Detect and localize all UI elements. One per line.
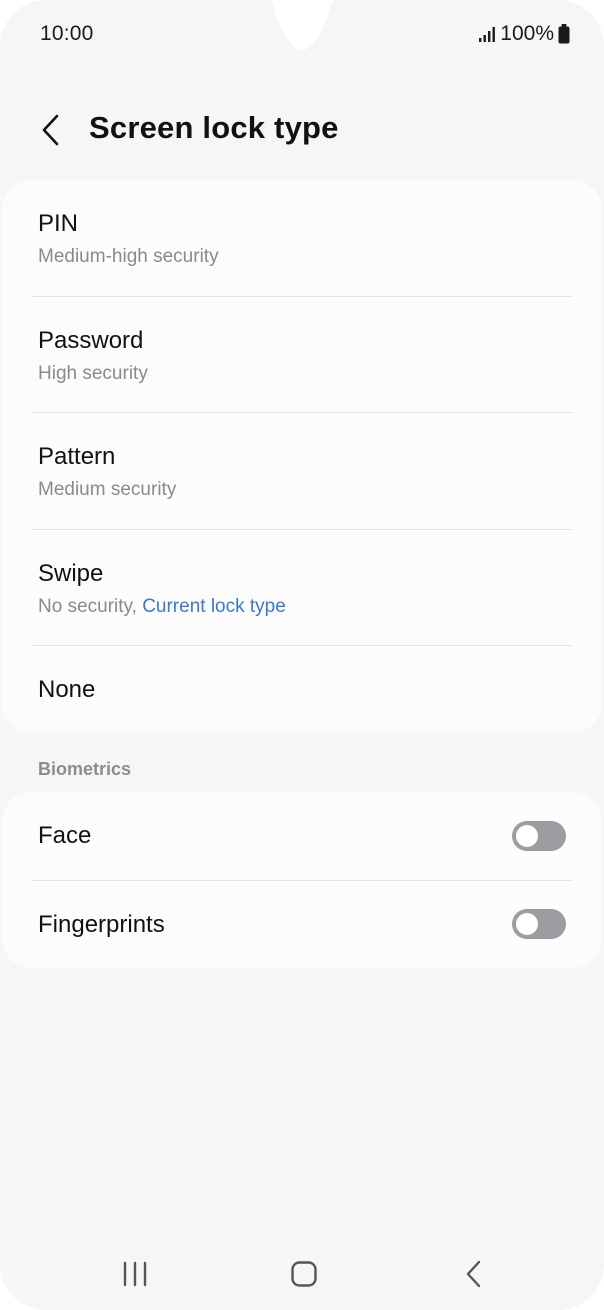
lock-option-subtitle: High security bbox=[38, 363, 148, 384]
lock-option-title: Pattern bbox=[38, 443, 116, 470]
camera-notch bbox=[269, 0, 335, 50]
lock-option-none[interactable]: None bbox=[2, 646, 602, 733]
lock-option-subtitle: Medium-high security bbox=[38, 246, 219, 267]
lock-option-subtitle: Medium security bbox=[38, 479, 177, 500]
biometric-title: Face bbox=[38, 822, 92, 849]
lock-option-title: Password bbox=[38, 327, 144, 354]
biometric-face[interactable]: Face bbox=[2, 792, 602, 881]
lock-type-list: PIN Medium-high security Password High s… bbox=[2, 180, 602, 733]
signal-icon bbox=[479, 27, 496, 42]
security-level: No security, bbox=[38, 596, 143, 617]
navigation-bar bbox=[0, 1244, 604, 1304]
lock-option-title: Swipe bbox=[38, 560, 104, 587]
recents-icon bbox=[123, 1261, 147, 1287]
page-title: Screen lock type bbox=[89, 110, 339, 145]
home-icon bbox=[291, 1261, 317, 1287]
back-icon bbox=[466, 1260, 481, 1288]
lock-option-subtitle: No security, Current lock type bbox=[38, 596, 286, 618]
biometric-title: Fingerprints bbox=[38, 911, 165, 938]
biometrics-section-label: Biometrics bbox=[38, 759, 132, 779]
fingerprints-toggle[interactable] bbox=[512, 909, 566, 939]
face-toggle[interactable] bbox=[512, 821, 566, 851]
biometric-fingerprints[interactable]: Fingerprints bbox=[2, 881, 602, 968]
recents-button[interactable] bbox=[95, 1244, 175, 1304]
battery-icon bbox=[558, 24, 570, 44]
lock-option-pattern[interactable]: Pattern Medium security bbox=[2, 413, 602, 530]
battery-percentage: 100% bbox=[500, 22, 554, 45]
screen: 10:00 100% Screen lock type PIN Medium-h… bbox=[0, 0, 604, 1310]
lock-option-title: PIN bbox=[38, 210, 79, 237]
toggle-knob bbox=[516, 825, 538, 847]
chevron-left-icon bbox=[42, 114, 59, 146]
home-button[interactable] bbox=[264, 1244, 344, 1304]
lock-option-title: None bbox=[38, 676, 96, 703]
status-indicators: 100% bbox=[478, 22, 570, 46]
header: Screen lock type bbox=[0, 100, 604, 160]
lock-option-password[interactable]: Password High security bbox=[2, 297, 602, 413]
biometrics-list: Face Fingerprints bbox=[2, 792, 602, 968]
toggle-knob bbox=[516, 913, 538, 935]
current-lock-type-label: Current lock type bbox=[142, 596, 286, 617]
status-time: 10:00 bbox=[40, 22, 94, 45]
lock-option-pin[interactable]: PIN Medium-high security bbox=[2, 180, 602, 297]
back-button[interactable] bbox=[28, 106, 72, 154]
lock-option-swipe[interactable]: Swipe No security, Current lock type bbox=[2, 530, 602, 646]
nav-back-button[interactable] bbox=[434, 1244, 514, 1304]
